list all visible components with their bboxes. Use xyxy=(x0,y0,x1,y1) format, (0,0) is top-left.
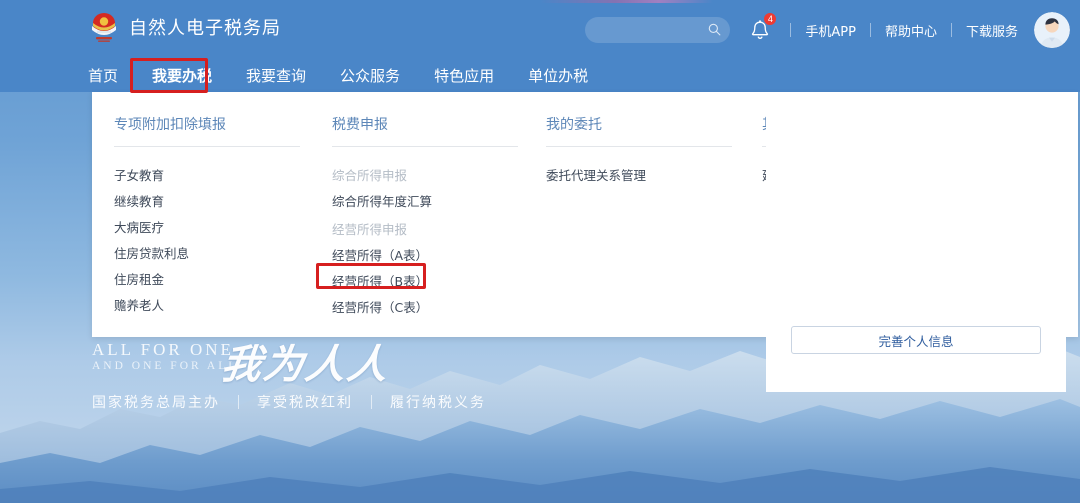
menu-item-serious-illness-medical[interactable]: 大病医疗 xyxy=(114,215,332,241)
menu-column-rule xyxy=(114,146,300,147)
user-info-card: 完善个人信息 xyxy=(766,92,1066,392)
menu-column-my-delegation: 我的委托 委托代理关系管理 xyxy=(546,114,762,321)
slogan-chinese-calligraphy: 我为人人 xyxy=(218,342,393,387)
menu-group-comprehensive-income: 综合所得申报 xyxy=(332,168,408,183)
complete-personal-info-button[interactable]: 完善个人信息 xyxy=(791,326,1041,354)
slogan-footer-item-1: 国家税务总局主办 xyxy=(92,396,220,411)
menu-item-children-education[interactable]: 子女教育 xyxy=(114,163,332,189)
menu-item-business-income-b[interactable]: 经营所得（B表） xyxy=(332,269,546,295)
menu-item-annual-settlement[interactable]: 综合所得年度汇算 xyxy=(332,189,546,215)
brand-logo[interactable]: 自然人电子税务局 xyxy=(88,10,281,44)
slogan-footer-divider-2 xyxy=(371,395,372,409)
menu-column-special-deductions: 专项附加扣除填报 子女教育 继续教育 大病医疗 住房贷款利息 住房租金 赡养老人 xyxy=(114,114,332,321)
notification-bell-button[interactable]: 4 xyxy=(746,12,778,47)
nav-item-tax-handling[interactable]: 我要办税 xyxy=(135,62,229,90)
slogan-footer: 国家税务总局主办 享受税改红利 履行纳税义务 xyxy=(92,392,486,412)
header-divider-1 xyxy=(790,23,792,37)
header-link-help-center[interactable]: 帮助中心 xyxy=(885,21,937,40)
menu-item-continuing-education[interactable]: 继续教育 xyxy=(114,189,332,215)
header-link-mobile-app[interactable]: 手机APP xyxy=(805,21,856,40)
header-link-download-service[interactable]: 下载服务 xyxy=(966,21,1018,40)
slogan-footer-item-2: 享受税改红利 xyxy=(257,396,353,411)
search-box[interactable] xyxy=(585,17,731,43)
header-divider-2 xyxy=(869,23,871,37)
menu-item-agency-relationship-management[interactable]: 委托代理关系管理 xyxy=(546,163,762,189)
header-right-cluster: 4 手机APP 帮助中心 下载服务 xyxy=(585,12,1070,48)
menu-column-title: 我的委托 xyxy=(546,117,602,133)
menu-item-housing-rent[interactable]: 住房租金 xyxy=(114,267,332,293)
menu-column-tax-declaration: 税费申报 综合所得申报 综合所得年度汇算 经营所得申报 经营所得（A表） 经营所… xyxy=(332,114,546,321)
header-divider-3 xyxy=(950,23,952,37)
brand-title: 自然人电子税务局 xyxy=(129,18,281,39)
nav-item-home[interactable]: 首页 xyxy=(88,62,135,90)
menu-item-business-income-c[interactable]: 经营所得（C表） xyxy=(332,295,546,321)
tax-emblem-icon xyxy=(88,10,120,44)
user-avatar-icon[interactable] xyxy=(1034,12,1070,48)
notification-badge-count: 4 xyxy=(763,12,778,26)
nav-item-query[interactable]: 我要查询 xyxy=(229,62,323,90)
browser-progress-hairline xyxy=(0,0,1080,3)
slogan-footer-item-3: 履行纳税义务 xyxy=(390,396,486,411)
menu-column-rule xyxy=(332,146,518,147)
menu-column-rule xyxy=(546,146,732,147)
search-icon[interactable] xyxy=(708,23,721,41)
menu-item-elderly-support[interactable]: 赡养老人 xyxy=(114,293,332,319)
page-root: 自然人电子税务局 4 手机APP 帮助中心 下载服务 首页 我要办税 我要查询 … xyxy=(0,0,1080,503)
menu-item-housing-loan-interest[interactable]: 住房贷款利息 xyxy=(114,241,332,267)
menu-column-title: 税费申报 xyxy=(332,117,388,133)
slogan-block: ALL FOR ONE AND ONE FOR ALL 我为人人 国家税务总局主… xyxy=(92,340,652,411)
nav-item-unit-tax[interactable]: 单位办税 xyxy=(511,62,605,90)
nav-item-featured-apps[interactable]: 特色应用 xyxy=(417,62,511,90)
menu-item-business-income-a[interactable]: 经营所得（A表） xyxy=(332,243,546,269)
primary-nav: 首页 我要办税 我要查询 公众服务 特色应用 单位办税 xyxy=(88,62,605,90)
menu-column-title: 专项附加扣除填报 xyxy=(114,117,226,133)
menu-group-business-income: 经营所得申报 xyxy=(332,222,408,237)
slogan-footer-divider-1 xyxy=(238,395,239,409)
search-input[interactable] xyxy=(595,24,708,36)
bell-icon xyxy=(746,20,771,47)
nav-item-public-service[interactable]: 公众服务 xyxy=(323,62,417,90)
